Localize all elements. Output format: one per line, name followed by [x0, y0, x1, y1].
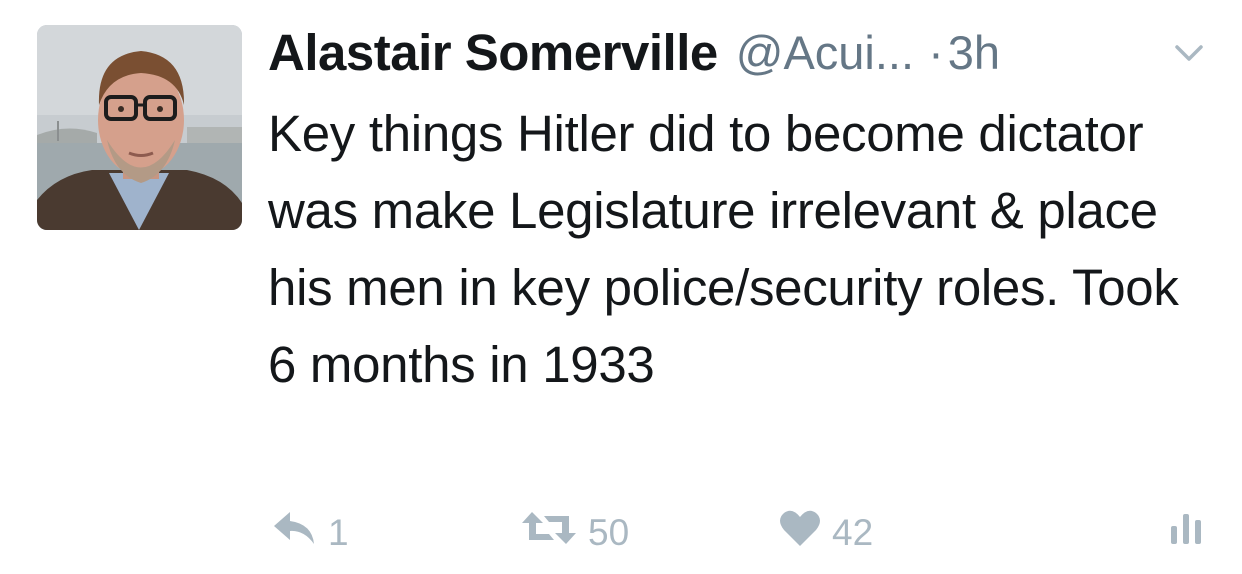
- reply-count: 1: [328, 511, 349, 553]
- tweet-text: Key things Hitler did to become dictator…: [268, 105, 1179, 393]
- like-button[interactable]: 42: [778, 505, 873, 560]
- analytics-icon: [1168, 508, 1204, 557]
- retweet-icon: [520, 508, 578, 557]
- retweet-count: 50: [588, 511, 630, 553]
- heart-icon: [778, 508, 822, 557]
- chevron-down-icon[interactable]: [1171, 40, 1207, 66]
- retweet-button[interactable]: 50: [520, 505, 629, 560]
- analytics-button[interactable]: [1168, 505, 1204, 560]
- user-handle[interactable]: @Acui...: [736, 25, 914, 80]
- separator-dot: ·: [928, 25, 944, 79]
- tweet-actions: 1 50 42: [0, 505, 1242, 560]
- reply-button[interactable]: 1: [270, 505, 349, 560]
- tweet-card[interactable]: Alastair Somerville @Acui... · 3h Key th…: [0, 0, 1242, 574]
- like-count: 42: [832, 511, 874, 553]
- avatar[interactable]: [37, 25, 242, 230]
- tweet-header: Alastair Somerville @Acui... · 3h: [268, 20, 1218, 84]
- tweet-timestamp[interactable]: 3h: [948, 25, 1000, 80]
- reply-icon: [270, 508, 318, 557]
- display-name[interactable]: Alastair Somerville: [268, 23, 718, 82]
